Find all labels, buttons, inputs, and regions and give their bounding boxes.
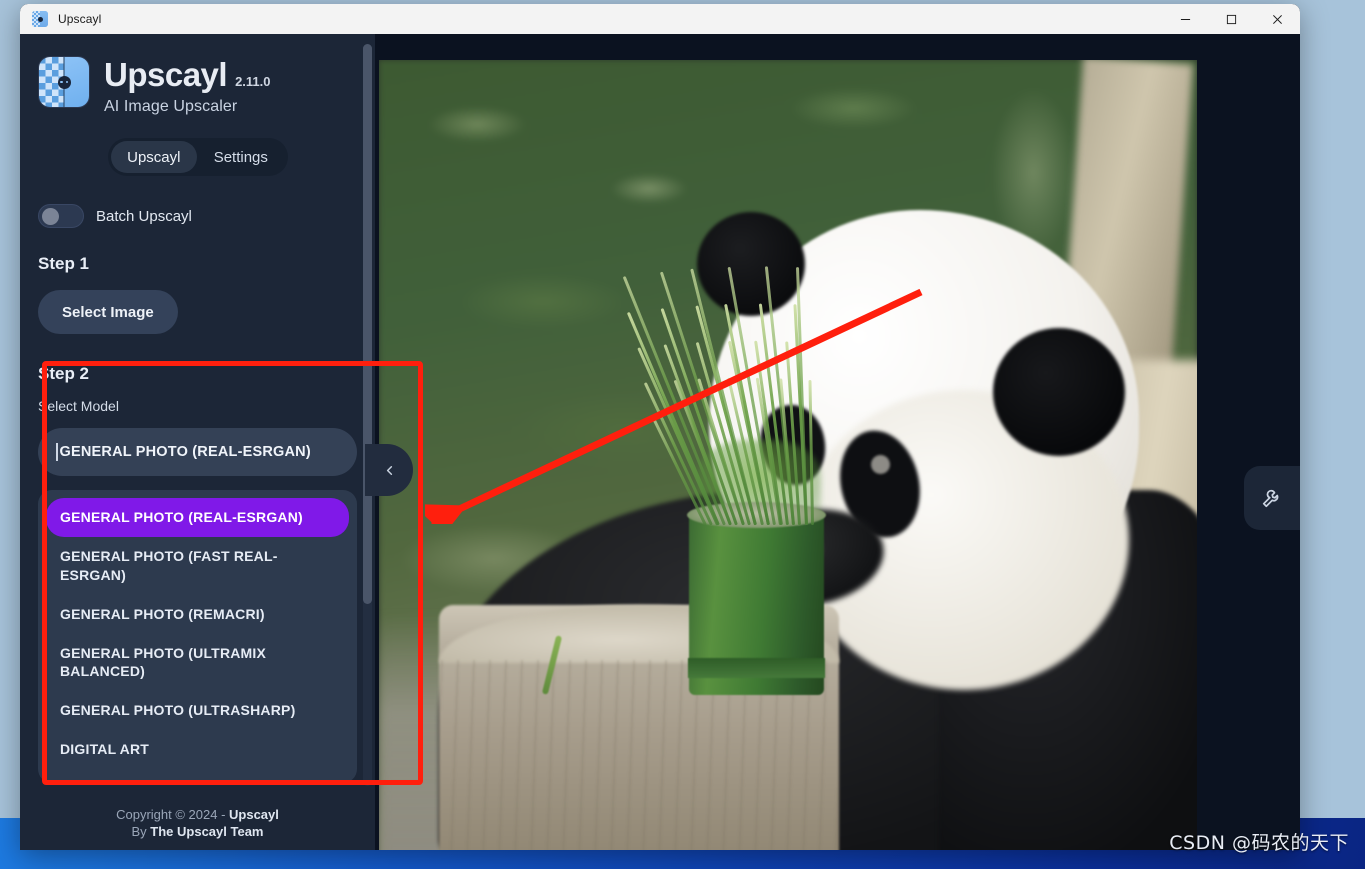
window-title: Upscayl [58, 12, 102, 26]
chevron-left-icon [386, 465, 392, 475]
sidebar-scrollbar-thumb[interactable] [363, 44, 372, 604]
minimize-button[interactable] [1162, 4, 1208, 34]
model-option[interactable]: GENERAL PHOTO (REAL-ESRGAN) [46, 498, 349, 537]
select-image-button[interactable]: Select Image [38, 290, 178, 334]
close-button[interactable] [1254, 4, 1300, 34]
sidebar-scroll-area: Upscayl 2.11.0 AI Image Upscaler Upscayl… [20, 34, 375, 796]
model-dropdown-list: GENERAL PHOTO (REAL-ESRGAN) GENERAL PHOT… [38, 490, 357, 784]
app-body: Upscayl 2.11.0 AI Image Upscaler Upscayl… [20, 34, 1300, 850]
step-1-heading: Step 1 [38, 254, 90, 273]
model-option[interactable]: GENERAL PHOTO (REMACRI) [46, 595, 349, 634]
upscayl-app-icon [32, 11, 48, 27]
model-option[interactable]: GENERAL PHOTO (ULTRAMIX BALANCED) [46, 634, 349, 692]
minimize-icon [1180, 18, 1190, 20]
model-option[interactable]: DIGITAL ART [46, 730, 349, 769]
team-prefix: By [131, 824, 151, 839]
preview-image[interactable] [379, 60, 1197, 850]
sidebar: Upscayl 2.11.0 AI Image Upscaler Upscayl… [20, 34, 375, 850]
model-select-value: GENERAL PHOTO (REAL-ESRGAN) [59, 444, 311, 460]
image-viewer [375, 34, 1300, 850]
team-name: The Upscayl Team [150, 824, 264, 839]
sidebar-footer: Copyright © 2024 - Upscayl By The Upscay… [20, 796, 375, 850]
batch-upscayl-row: Batch Upscayl [38, 204, 357, 228]
batch-upscayl-label: Batch Upscayl [96, 207, 192, 225]
csdn-watermark: CSDN @码农的天下 [1169, 832, 1349, 854]
brand-version: 2.11.0 [235, 74, 271, 89]
upscayl-window: Upscayl Upscayl 2.11.0 AI Image Upscaler… [20, 4, 1300, 850]
select-model-label: Select Model [38, 398, 119, 414]
text-caret [56, 443, 58, 461]
team-line: By The Upscayl Team [132, 824, 264, 839]
step-2-section: Step 2 Select Model GENERAL PHOTO (REAL-… [38, 364, 357, 784]
brand-title: Upscayl [104, 56, 228, 93]
bamboo-grass [622, 250, 824, 526]
copyright-line: Copyright © 2024 - Upscayl [116, 807, 279, 822]
tab-upscayl[interactable]: Upscayl [110, 141, 198, 173]
brand: Upscayl 2.11.0 AI Image Upscaler [38, 34, 357, 116]
step-4-heading: Step 4 [38, 793, 357, 796]
copyright-brand: Upscayl [229, 807, 279, 822]
maximize-icon [1226, 14, 1236, 24]
sidebar-scrollbar-track[interactable] [363, 44, 372, 786]
model-option[interactable]: GENERAL PHOTO (FAST REAL-ESRGAN) [46, 537, 349, 595]
window-titlebar: Upscayl [20, 4, 1300, 34]
tools-tab-button[interactable] [1244, 466, 1300, 530]
close-icon [1272, 14, 1282, 24]
model-option[interactable]: GENERAL PHOTO (ULTRASHARP) [46, 691, 349, 730]
step-4-section: Step 4 Upscayl from 640x620 to 2560x2516 [38, 793, 357, 796]
brand-subtitle: AI Image Upscaler [104, 98, 238, 115]
model-select-input[interactable]: GENERAL PHOTO (REAL-ESRGAN) [38, 428, 357, 476]
step-2-heading: Step 2 [38, 364, 90, 383]
tab-settings[interactable]: Settings [197, 141, 284, 173]
step-1-section: Step 1 Select Image [38, 254, 357, 334]
wrench-icon [1262, 489, 1279, 508]
copyright-prefix: Copyright © 2024 - [116, 807, 230, 822]
upscayl-logo-icon [38, 56, 90, 108]
sidebar-tabs: Upscayl Settings [107, 138, 288, 176]
maximize-button[interactable] [1208, 4, 1254, 34]
window-controls [1162, 4, 1300, 34]
batch-upscayl-toggle[interactable] [38, 204, 84, 228]
